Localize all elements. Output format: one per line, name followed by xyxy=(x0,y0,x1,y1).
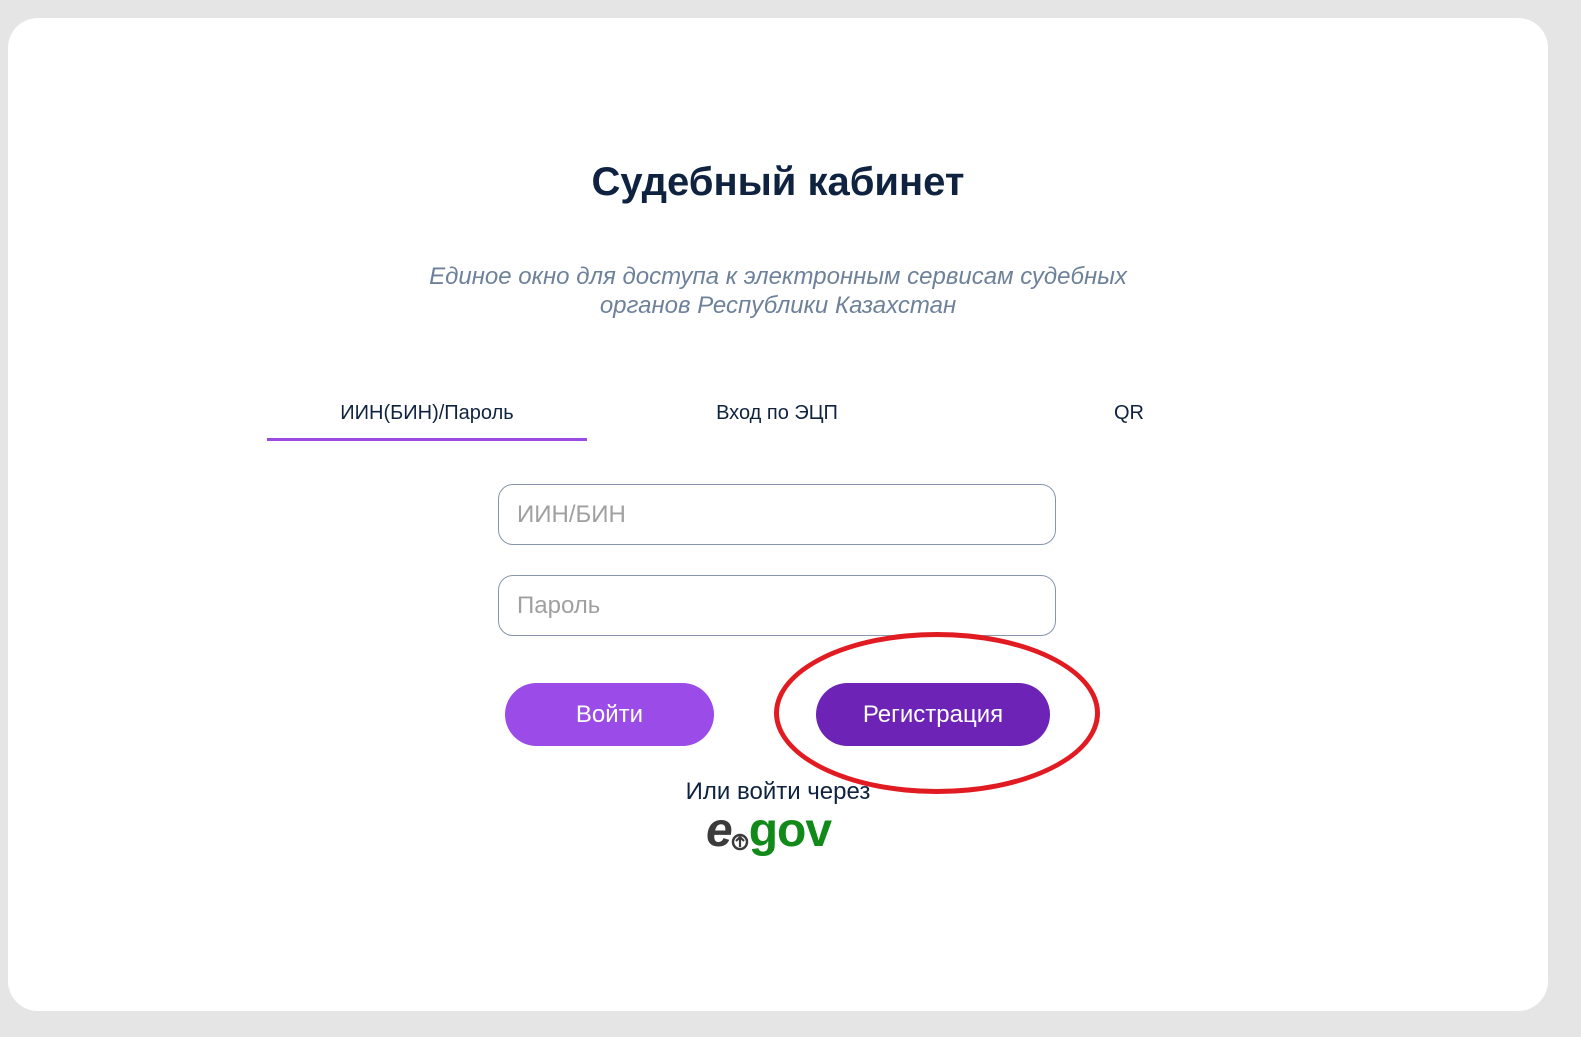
register-button[interactable]: Регистрация xyxy=(816,683,1050,746)
page-subtitle: Единое окно для доступа к электронным се… xyxy=(410,262,1146,320)
tab-qr[interactable]: QR xyxy=(969,397,1289,441)
iin-bin-input[interactable] xyxy=(498,484,1056,545)
alt-login-text: Или войти через xyxy=(685,778,871,805)
subtitle-line-1: Единое окно для доступа к электронным се… xyxy=(429,263,1127,290)
login-button[interactable]: Войти xyxy=(505,683,714,746)
subtitle-line-2: органов Республики Казахстан xyxy=(599,292,957,319)
egov-logo-e: e xyxy=(706,804,733,857)
egov-emblem-icon xyxy=(731,833,748,851)
login-method-tabs: ИИН(БИН)/Пароль Вход по ЭЦП QR xyxy=(267,397,1289,445)
password-input[interactable] xyxy=(498,575,1056,636)
tab-eds-login[interactable]: Вход по ЭЦП xyxy=(617,397,937,441)
tab-iin-password[interactable]: ИИН(БИН)/Пароль xyxy=(267,397,587,441)
page-title: Судебный кабинет xyxy=(591,160,965,204)
egov-logo-gov: gov xyxy=(748,804,832,857)
egov-logo-link[interactable]: e gov xyxy=(706,804,832,865)
